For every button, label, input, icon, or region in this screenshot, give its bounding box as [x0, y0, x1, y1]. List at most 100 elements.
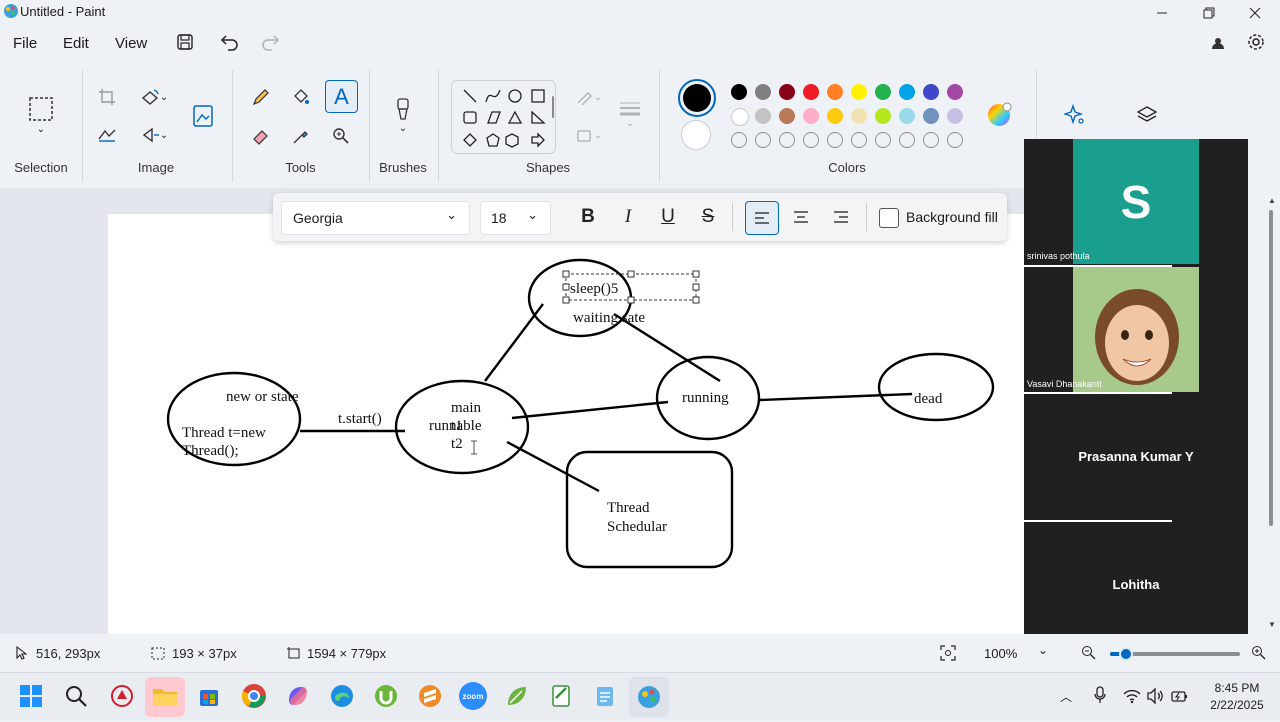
cursor-position-icon [15, 645, 28, 665]
chrome-icon [241, 684, 266, 708]
gear-icon [1248, 34, 1264, 50]
shield-app-icon [111, 685, 133, 707]
zoom-slider[interactable] [1110, 647, 1240, 661]
start-button[interactable] [19, 684, 43, 708]
zoom-in-button[interactable] [1251, 645, 1267, 661]
label-sleep: sleep()5 [570, 281, 618, 297]
participant-name-srinivas: srinivas pothula [1027, 251, 1090, 261]
scrollbar-thumb[interactable] [1269, 210, 1273, 526]
copilot-icon [289, 687, 307, 705]
zoom-level-value: 100% [984, 646, 1018, 661]
taskbar-app-spring[interactable] [503, 682, 531, 710]
label-dead: dead [914, 391, 943, 407]
edge-runnable-waiting [484, 303, 544, 382]
search-button[interactable] [64, 684, 90, 710]
account-button[interactable] [1208, 33, 1228, 53]
taskbar-app-notepad[interactable] [591, 682, 619, 710]
wifi-icon[interactable] [1123, 688, 1141, 704]
clock-time[interactable]: 8:45 PM [1202, 681, 1272, 695]
minimize-button[interactable] [1139, 0, 1185, 26]
zoom-in-icon [1252, 646, 1266, 660]
layers-button[interactable] [1134, 102, 1160, 128]
taskbar-app-notepad-green[interactable] [547, 682, 575, 710]
paint-icon [638, 686, 660, 708]
scroll-down-icon: ▼ [1268, 620, 1276, 629]
layers-icon [1136, 106, 1158, 122]
vertical-scrollbar[interactable]: ▲ ▼ [1266, 196, 1276, 632]
italic-button[interactable]: I [612, 201, 644, 233]
selection-size-icon [151, 647, 165, 665]
taskbar-app-store[interactable] [195, 682, 223, 710]
chevron-up-icon[interactable]: ︿ [1060, 688, 1072, 705]
copilot-button[interactable] [1062, 102, 1088, 128]
canvas-size: 1594 × 779px [307, 646, 387, 661]
zoom-out-button[interactable] [1081, 645, 1097, 661]
restore-button[interactable] [1186, 0, 1232, 26]
utorrent-icon [375, 685, 397, 707]
label-start: t.start() [338, 411, 382, 427]
taskbar-app-paint-active[interactable] [629, 677, 669, 717]
participant-name-prasanna[interactable]: Prasanna Kumar Y [1024, 449, 1248, 464]
edge-runnable-scheduler [506, 440, 600, 493]
underline-button[interactable]: U [652, 201, 684, 233]
zoom-level-select[interactable]: 100% ⌄ [974, 640, 1058, 666]
battery-icon[interactable] [1171, 688, 1189, 704]
font-size-select[interactable]: 18 ⌄ [480, 201, 551, 235]
edge-running-dead [759, 392, 913, 402]
zoom-slider-thumb[interactable] [1118, 647, 1133, 661]
taskbar-app-copilot[interactable] [284, 682, 312, 710]
windows-logo-icon [20, 685, 42, 707]
folder-icon [153, 689, 177, 706]
notepad-blue-icon [597, 687, 613, 706]
taskbar-app-sublime[interactable] [416, 682, 444, 710]
tile-divider [1024, 392, 1172, 394]
participant-tile-vasavi[interactable] [1073, 267, 1199, 392]
zoom-out-icon [1082, 646, 1096, 660]
participant-initial: S [1120, 175, 1152, 228]
taskbar-app-chrome[interactable] [240, 682, 268, 710]
taskbar-app-explorer-active[interactable] [145, 677, 185, 717]
clock-date[interactable]: 2/22/2025 [1197, 698, 1277, 712]
participant-tile-srinivas[interactable]: S [1073, 139, 1199, 264]
strikethrough-button[interactable]: S [692, 201, 724, 233]
align-right-icon [834, 211, 848, 223]
close-button[interactable] [1232, 0, 1278, 26]
restore-icon [1203, 7, 1215, 19]
align-center-button[interactable] [785, 201, 817, 233]
fit-to-window-button[interactable] [940, 645, 958, 663]
account-icon [1212, 38, 1224, 49]
chevron-down-icon: ⌄ [1038, 643, 1049, 657]
taskbar-app-utorrent[interactable] [372, 682, 400, 710]
font-family-select[interactable]: Georgia ⌄ [281, 201, 470, 235]
label-scheduler-2: Schedular [607, 519, 667, 535]
scroll-up-icon: ▲ [1268, 196, 1276, 205]
taskbar-app-security[interactable] [108, 682, 136, 710]
microphone-icon[interactable] [1093, 686, 1109, 706]
taskbar-app-zoom[interactable]: zoom [459, 682, 487, 710]
font-size-value: 18 [491, 210, 507, 226]
volume-icon[interactable] [1147, 687, 1165, 705]
label-t2: t2 [451, 436, 463, 452]
label-waiting: waiting sate [573, 310, 645, 326]
chevron-down-icon: ⌄ [446, 207, 457, 222]
taskbar-app-edge[interactable] [328, 682, 356, 710]
label-new-state: new or state [226, 389, 299, 405]
edge-icon [331, 685, 353, 707]
align-left-button[interactable] [745, 201, 779, 235]
close-icon [1249, 7, 1261, 19]
diagram-layer: sleep()5 waiting sate new or state Threa… [166, 258, 995, 569]
bold-button[interactable]: B [572, 201, 604, 233]
participant-name-lohitha[interactable]: Lohitha [1024, 577, 1248, 592]
leaf-icon [508, 687, 526, 705]
sparkle-icon [1064, 104, 1084, 125]
dead-ellipse [877, 352, 995, 422]
align-right-button[interactable] [825, 201, 857, 233]
fit-screen-icon [940, 645, 956, 661]
settings-button[interactable] [1245, 31, 1267, 53]
edge-runnable-running [511, 400, 669, 420]
background-fill-label: Background fill [906, 209, 998, 225]
background-fill-checkbox[interactable] [879, 208, 899, 228]
minimize-icon [1157, 12, 1167, 14]
toolbar-separator [866, 203, 867, 231]
label-t1: t1 [451, 418, 463, 434]
